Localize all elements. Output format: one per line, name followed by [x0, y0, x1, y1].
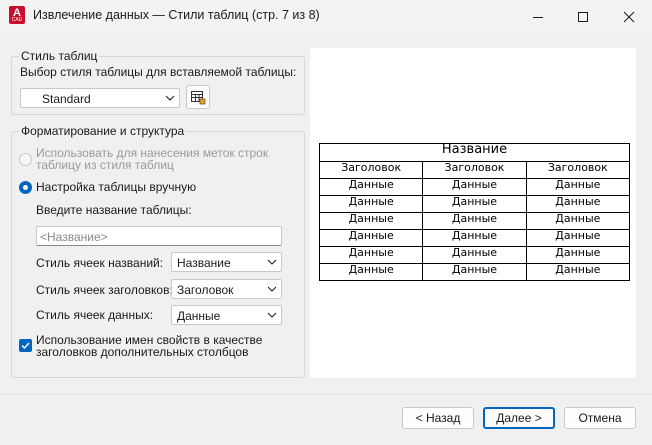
preview-data-cell: Данные	[422, 246, 527, 264]
table-style-select-label: Выбор стиля таблицы для вставляемой табл…	[20, 65, 297, 79]
preview-data-row: Данные Данные Данные	[318, 263, 631, 281]
table-name-placeholder: <Название>	[40, 230, 108, 244]
title-cell-style-value: Название	[177, 256, 231, 270]
preview-data-cell: Данные	[525, 263, 631, 281]
formatting-group-title: Форматирование и структура	[19, 124, 187, 138]
minimize-button[interactable]	[515, 0, 561, 33]
data-cell-style-label: Стиль ячеек данных:	[36, 308, 154, 322]
table-style-select[interactable]: Standard	[20, 88, 180, 108]
preview-header-cell: Заголовок	[422, 161, 527, 179]
maximize-icon	[578, 11, 588, 22]
manual-table-radio[interactable]	[19, 181, 32, 194]
data-cell-style-value: Данные	[177, 309, 221, 323]
table-name-label: Введите название таблицы:	[36, 203, 192, 217]
back-button[interactable]: < Назад	[402, 407, 474, 429]
preview-data-cell: Данные	[318, 229, 424, 247]
next-button[interactable]: Далее >	[483, 407, 555, 429]
chevron-down-icon	[267, 259, 277, 265]
preview-title-cell: Название	[319, 143, 630, 162]
app-icon-sub: CAD	[11, 17, 23, 23]
table-preview: Название Заголовок Заголовок Заголовок Д…	[310, 48, 636, 378]
title-bar: A CAD Извлечение данных — Стили таблиц (…	[0, 0, 652, 33]
preview-data-cell: Данные	[525, 195, 631, 213]
table-style-icon	[191, 91, 206, 105]
preview-data-cell: Данные	[318, 178, 424, 196]
chevron-down-icon	[267, 286, 277, 292]
checkmark-icon	[21, 342, 30, 350]
use-table-style-label: Использовать для нанесения меток строк т…	[36, 146, 269, 172]
preview-data-cell: Данные	[318, 246, 424, 264]
maximize-button[interactable]	[560, 0, 606, 33]
cancel-button[interactable]: Отмена	[564, 407, 636, 429]
table-name-input[interactable]: <Название>	[36, 226, 282, 246]
title-cell-style-select[interactable]: Название	[171, 252, 282, 272]
manual-table-label: Настройка таблицы вручную	[36, 180, 197, 194]
use-property-names-checkbox[interactable]	[19, 339, 32, 352]
preview-data-cell: Данные	[525, 212, 631, 230]
preview-header-cell: Заголовок	[525, 161, 631, 179]
preview-data-row: Данные Данные Данные	[318, 178, 631, 196]
close-button[interactable]	[606, 0, 652, 33]
autocad-app-icon: A CAD	[9, 6, 25, 24]
preview-data-row: Данные Данные Данные	[318, 212, 631, 230]
data-cell-style-select[interactable]: Данные	[171, 305, 282, 325]
close-icon	[623, 11, 635, 22]
preview-data-cell: Данные	[422, 212, 527, 230]
preview-data-cell: Данные	[318, 263, 424, 281]
preview-table: Название Заголовок Заголовок Заголовок Д…	[318, 143, 631, 281]
preview-data-cell: Данные	[318, 212, 424, 230]
preview-data-cell: Данные	[422, 195, 527, 213]
table-style-group-title: Стиль таблиц	[19, 49, 100, 63]
preview-data-cell: Данные	[525, 229, 631, 247]
chevron-down-icon	[267, 312, 277, 318]
preview-data-row: Данные Данные Данные	[318, 229, 631, 247]
header-cell-style-label: Стиль ячеек заголовков:	[36, 283, 173, 297]
preview-data-cell: Данные	[525, 246, 631, 264]
header-cell-style-select[interactable]: Заголовок	[171, 279, 282, 299]
header-cell-style-value: Заголовок	[177, 283, 234, 297]
minimize-icon	[533, 16, 543, 18]
use-table-style-radio[interactable]	[19, 153, 32, 166]
dialog-content: Стиль таблиц Выбор стиля таблицы для вст…	[0, 33, 652, 445]
footer-divider	[0, 394, 652, 395]
preview-header-cell: Заголовок	[318, 161, 424, 179]
table-style-select-value: Standard	[42, 92, 91, 106]
title-cell-style-label: Стиль ячеек названий:	[36, 256, 164, 270]
window-title: Извлечение данных — Стили таблиц (стр. 7…	[33, 8, 320, 22]
preview-data-cell: Данные	[422, 178, 527, 196]
use-property-names-label: Использование имен свойств в качестве за…	[36, 333, 263, 359]
chevron-down-icon	[165, 95, 175, 101]
preview-data-row: Данные Данные Данные	[318, 246, 631, 264]
preview-data-row: Данные Данные Данные	[318, 195, 631, 213]
preview-data-cell: Данные	[318, 195, 424, 213]
preview-data-cell: Данные	[422, 263, 527, 281]
table-style-dialog-button[interactable]	[186, 85, 210, 109]
preview-data-cell: Данные	[525, 178, 631, 196]
preview-data-cell: Данные	[422, 229, 527, 247]
